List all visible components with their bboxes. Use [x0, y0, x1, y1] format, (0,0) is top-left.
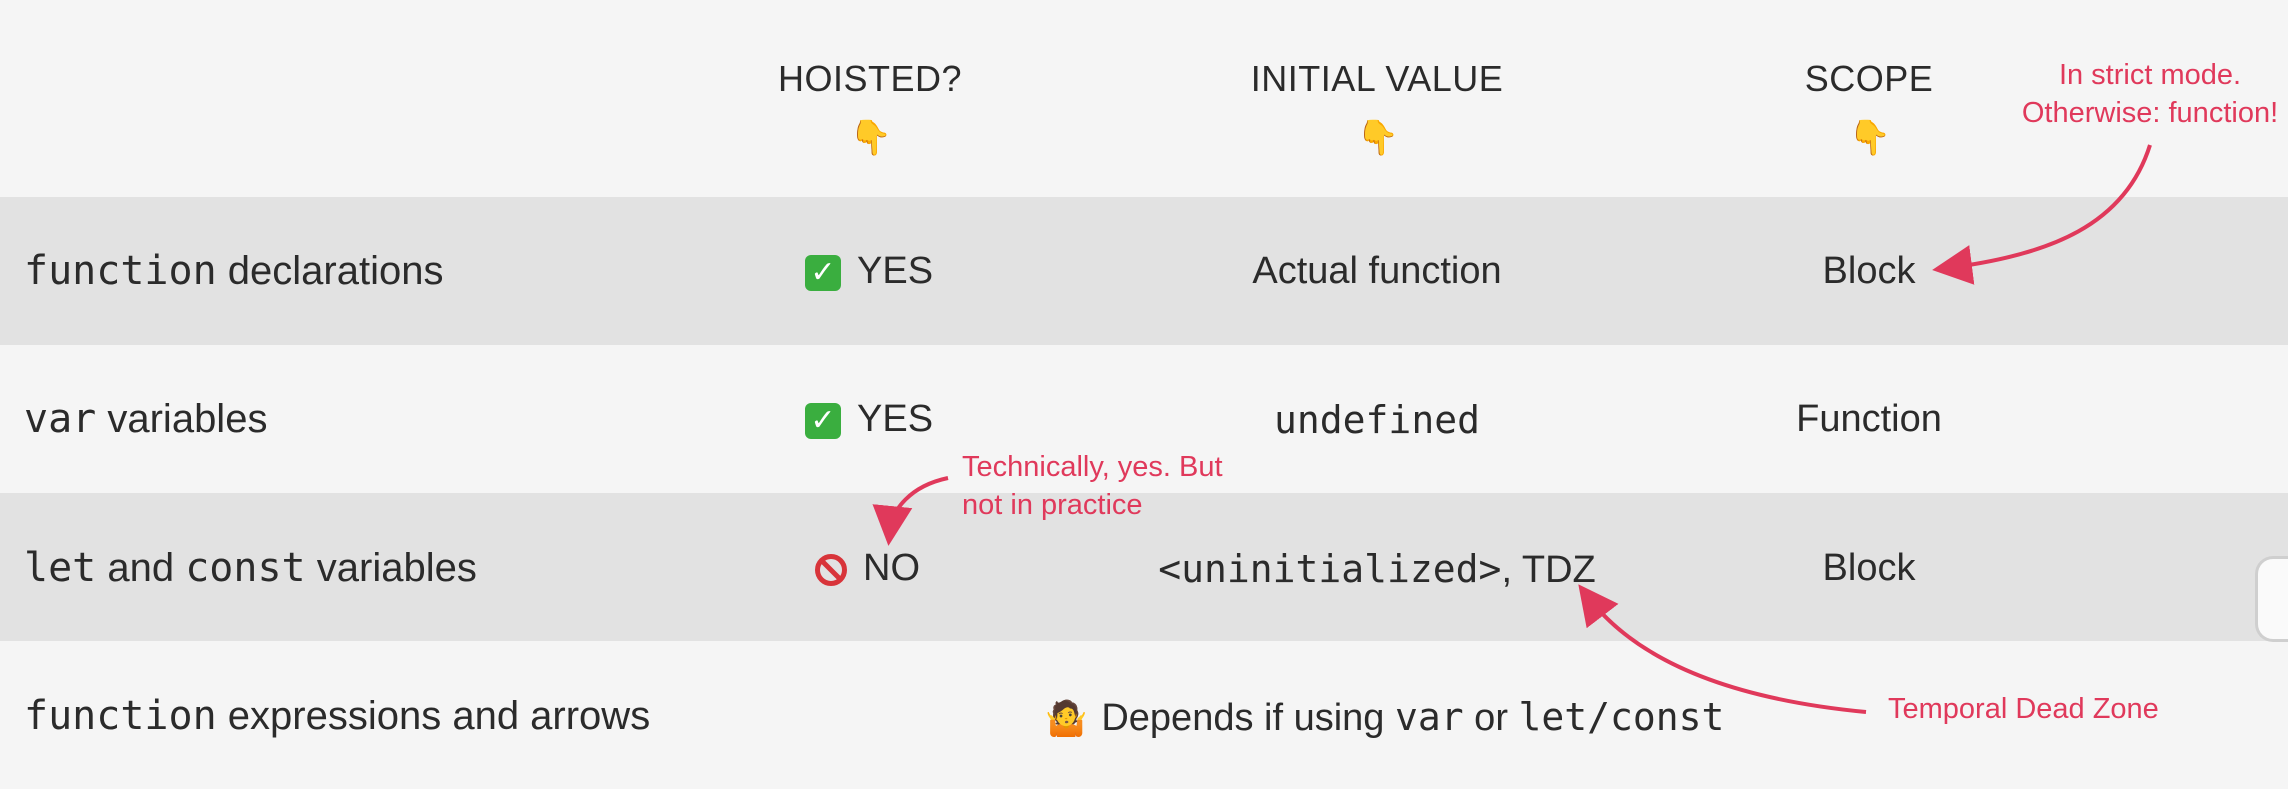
annotation-line: Otherwise: function! [2021, 97, 2279, 129]
initial-value-cell: <uninitialized>, TDZ [1127, 547, 1627, 592]
depends-text-1: Depends if using [1101, 697, 1395, 739]
row-label-function-expressions: function expressions and arrows [24, 693, 650, 739]
code-keyword: function [24, 248, 217, 294]
annotation-line: In strict mode. [2058, 59, 2242, 91]
code-keyword-const: const [185, 545, 306, 591]
label-text: declarations [216, 249, 444, 293]
annotation-strict-mode: In strict mode. Otherwise: function! [2010, 56, 2288, 132]
row-label-var-variables: var variables [24, 396, 267, 442]
side-tab-handle[interactable] [2255, 556, 2288, 642]
header-hoisted: HOISTED? [777, 58, 963, 99]
hoisted-cell: NO [815, 547, 920, 590]
code-uninitialized: <uninitialized> [1158, 547, 1502, 591]
header-scope: SCOPE [1804, 58, 1934, 99]
code-let-const: let/const [1518, 695, 1725, 739]
pointing-down-icon: 👇 [1848, 119, 1892, 157]
annotation-line: Technically, yes. But [962, 451, 1223, 483]
annotation-technically: Technically, yes. But not in practice [962, 448, 1223, 524]
depends-text-2: or [1463, 697, 1519, 739]
hoisted-value: YES [857, 250, 934, 292]
hoisted-cell: ✓ YES [805, 398, 933, 441]
person-shrugging-icon: 🤷 [1045, 700, 1088, 738]
check-mark-icon: ✓ [805, 254, 841, 291]
depends-cell: 🤷 Depends if using var or let/const [1045, 695, 1724, 740]
row-label-let-const-variables: let and const variables [24, 545, 477, 591]
label-text: variables [305, 546, 477, 590]
code-keyword-let: let [24, 545, 97, 591]
pointing-down-icon: 👇 [849, 119, 893, 157]
scope-cell: Block [1822, 547, 1916, 589]
row-label-function-declarations: function declarations [24, 248, 443, 294]
header-initial-value: INITIAL VALUE [1250, 58, 1504, 99]
hoisted-value: NO [863, 547, 920, 589]
label-mid: and [96, 546, 186, 590]
prohibited-icon [815, 553, 847, 586]
tdz-text: , TDZ [1501, 549, 1596, 591]
code-keyword: function [24, 693, 217, 739]
code-var: var [1394, 695, 1464, 739]
annotation-line: not in practice [962, 489, 1143, 521]
check-mark-icon: ✓ [805, 402, 841, 439]
initial-value-cell: undefined [1274, 398, 1480, 442]
annotation-tdz: Temporal Dead Zone [1888, 693, 2159, 725]
code-keyword: var [24, 396, 97, 442]
scope-cell: Block [1822, 250, 1916, 292]
initial-value-cell: Actual function [1252, 250, 1502, 292]
hoisted-cell: ✓ YES [805, 250, 933, 293]
scope-cell: Function [1796, 398, 1942, 440]
pointing-down-icon: 👇 [1356, 119, 1400, 157]
label-text: expressions and arrows [216, 694, 651, 738]
label-text: variables [96, 397, 268, 441]
hoisted-value: YES [857, 398, 934, 440]
